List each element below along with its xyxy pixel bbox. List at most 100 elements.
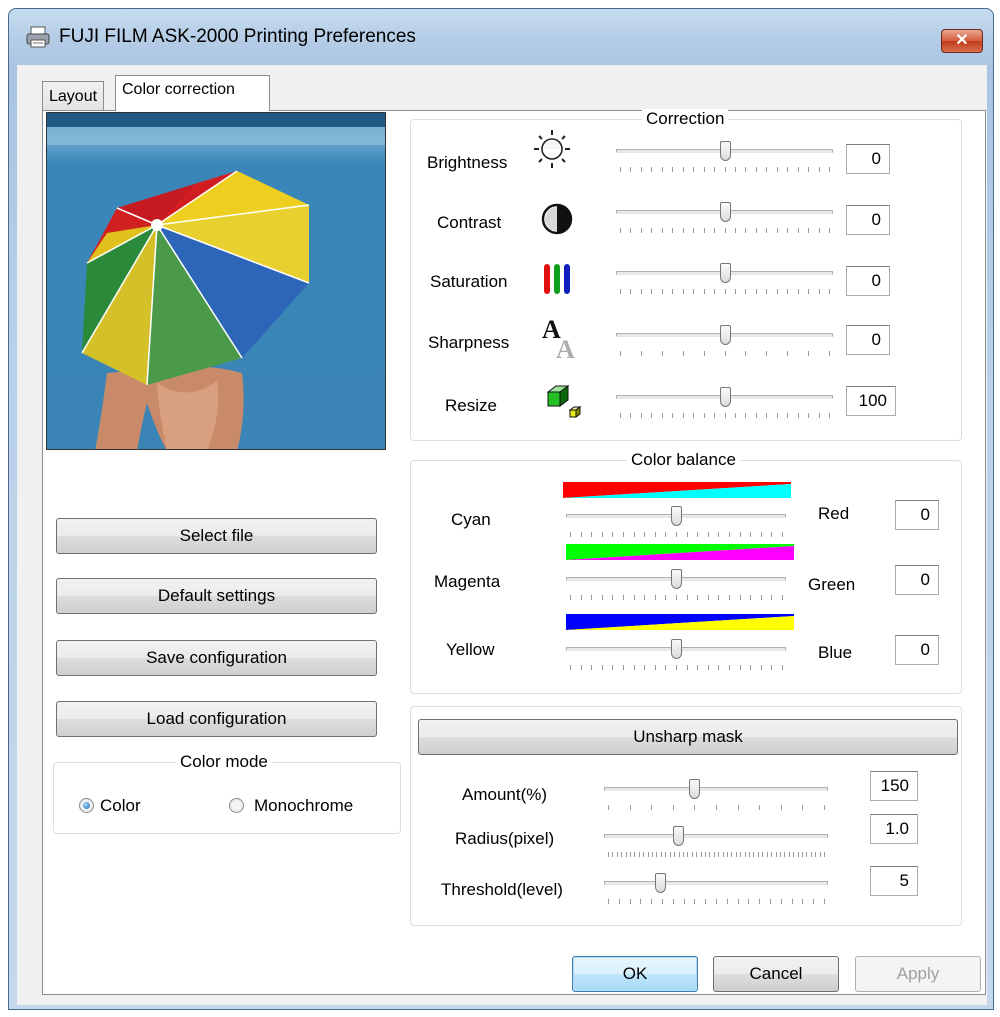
slider-tick — [629, 899, 631, 904]
slider-tick — [788, 852, 790, 857]
saturation-label: Saturation — [430, 272, 508, 291]
slider-tick — [638, 852, 640, 857]
amount-label: Amount(%) — [462, 785, 548, 804]
slider-thumb[interactable] — [719, 325, 731, 345]
radius-value[interactable]: 1.0 — [870, 814, 918, 844]
slider-tick — [651, 413, 653, 418]
slider-ticks — [620, 228, 830, 234]
tab-label: Color correction — [122, 81, 235, 98]
save-configuration-button[interactable]: Save configuration — [56, 640, 377, 676]
threshold-value[interactable]: 5 — [870, 866, 918, 896]
slider-thumb[interactable] — [672, 826, 684, 846]
slider-tick — [745, 167, 747, 172]
default-settings-button[interactable]: Default settings — [56, 578, 377, 614]
slider-tick — [776, 228, 778, 233]
slider-tick — [640, 167, 642, 172]
slider-tick — [665, 665, 667, 670]
select-file-button[interactable]: Select file — [56, 518, 377, 554]
slider-tick — [714, 167, 716, 172]
load-configuration-button[interactable]: Load configuration — [56, 701, 377, 737]
slider-tick — [739, 595, 741, 600]
slider-thumb[interactable] — [688, 779, 700, 799]
slider-tick — [744, 852, 746, 857]
slider-thumb[interactable] — [671, 569, 682, 589]
slider-thumb[interactable] — [719, 141, 731, 161]
slider-tick — [703, 351, 705, 356]
slider-tick — [661, 228, 663, 233]
slider-tick — [776, 413, 778, 418]
tab-layout[interactable]: Layout — [42, 81, 105, 111]
cyan-red-value[interactable]: 0 — [895, 500, 939, 530]
slider-tick — [787, 413, 789, 418]
slider-tick — [724, 289, 726, 294]
slider-tick — [608, 805, 609, 810]
slider-tick — [718, 852, 720, 857]
yellow-blue-value[interactable]: 0 — [895, 635, 939, 665]
saturation-slider[interactable] — [616, 262, 833, 298]
slider-tick — [612, 595, 614, 600]
slider-thumb[interactable] — [719, 387, 731, 407]
tab-label: Layout — [49, 88, 98, 105]
close-button[interactable]: ✕ — [941, 29, 983, 53]
title-bar[interactable]: FUJI FILM ASK-2000 Printing Preferences … — [9, 9, 993, 65]
slider-tick — [808, 289, 810, 294]
resize-slider[interactable] — [616, 386, 833, 422]
slider-tick — [753, 852, 755, 857]
yellow-blue-slider[interactable] — [566, 638, 786, 674]
sharpness-value[interactable]: 0 — [846, 325, 890, 355]
slider-tick — [755, 413, 757, 418]
slider-tick — [818, 228, 820, 233]
contrast-slider[interactable] — [616, 201, 833, 237]
slider-tick — [676, 595, 677, 600]
slider-thumb[interactable] — [671, 506, 682, 526]
slider-tick — [691, 852, 693, 857]
threshold-slider[interactable] — [604, 872, 828, 908]
slider-tick — [665, 532, 667, 537]
color-radio[interactable] — [79, 798, 94, 813]
monochrome-radio[interactable] — [229, 798, 244, 813]
amount-value[interactable]: 150 — [870, 771, 918, 801]
slider-ticks — [608, 852, 825, 858]
slider-thumb[interactable] — [719, 263, 731, 283]
slider-tick — [623, 595, 624, 600]
brightness-slider[interactable] — [616, 140, 833, 176]
amount-slider[interactable] — [604, 778, 828, 814]
slider-tick — [687, 852, 689, 857]
slider-thumb[interactable] — [655, 873, 666, 893]
slider-tick — [703, 413, 705, 418]
apply-button[interactable]: Apply — [855, 956, 981, 992]
slider-tick — [591, 532, 593, 537]
slider-ticks — [620, 289, 830, 295]
color-radio-label: Color — [100, 796, 141, 815]
sharpness-label: Sharpness — [428, 333, 510, 352]
saturation-value[interactable]: 0 — [846, 266, 890, 296]
brightness-value[interactable]: 0 — [846, 144, 890, 174]
magenta-green-value[interactable]: 0 — [895, 565, 939, 595]
slider-tick — [703, 228, 705, 233]
slider-tick — [724, 351, 726, 356]
cancel-button[interactable]: Cancel — [713, 956, 839, 992]
slider-thumb[interactable] — [719, 202, 731, 222]
slider-thumb[interactable] — [671, 639, 682, 659]
slider-tick — [755, 167, 757, 172]
slider-tick — [750, 595, 752, 600]
correction-title: Correction — [642, 109, 729, 129]
slider-tick — [630, 167, 632, 172]
ok-button[interactable]: OK — [572, 956, 698, 992]
resize-value[interactable]: 100 — [846, 386, 896, 416]
green-label: Green — [808, 575, 856, 594]
slider-tick — [729, 665, 730, 670]
slider-tick — [676, 665, 677, 670]
unsharp-mask-button[interactable]: Unsharp mask — [418, 719, 958, 755]
slider-tick — [808, 228, 810, 233]
magenta-green-slider[interactable] — [566, 568, 786, 604]
cyan-red-slider[interactable] — [566, 505, 786, 541]
sharpness-slider[interactable] — [616, 324, 833, 360]
slider-tick — [623, 665, 624, 670]
contrast-value[interactable]: 0 — [846, 205, 890, 235]
radius-slider[interactable] — [604, 825, 828, 861]
preview-image — [46, 112, 386, 450]
tab-color-correction[interactable]: Color correction — [115, 75, 270, 111]
slider-tick — [570, 665, 571, 670]
slider-tick — [709, 852, 711, 857]
